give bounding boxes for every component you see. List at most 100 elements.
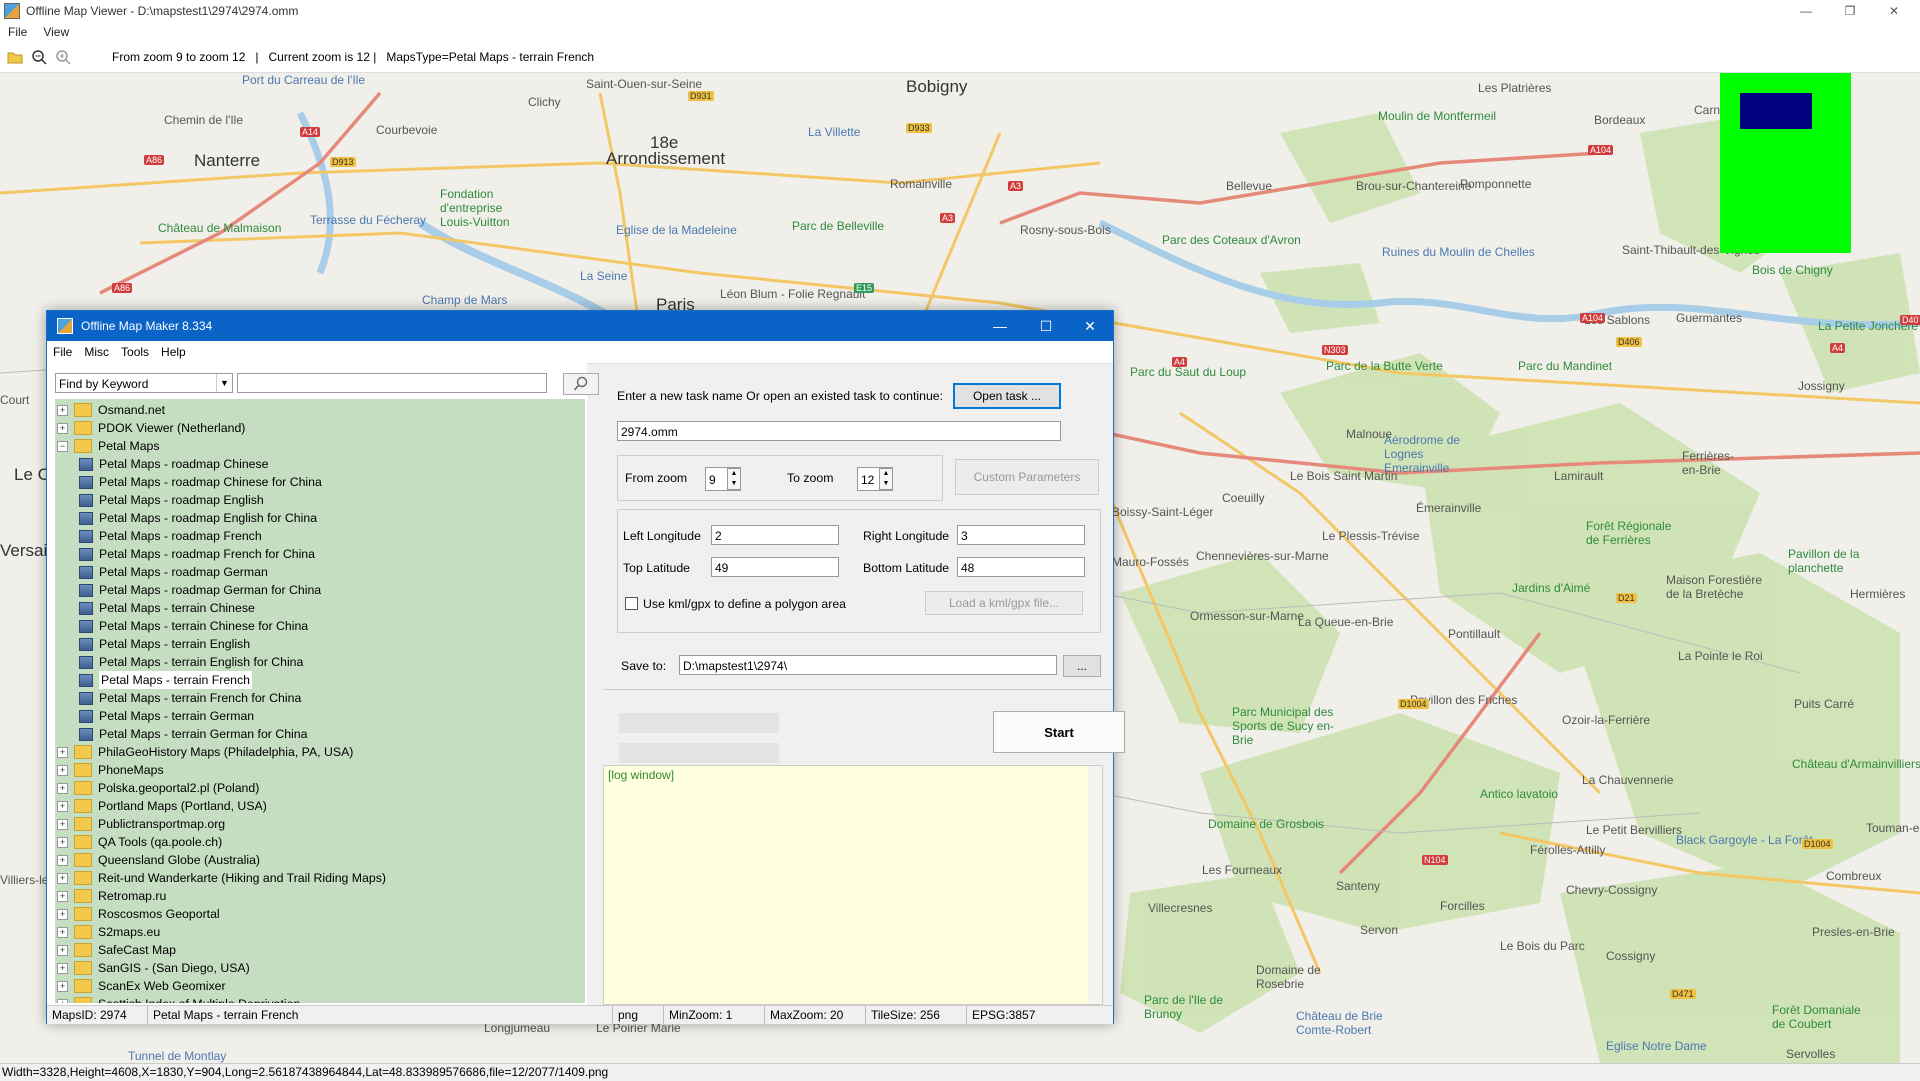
close-icon[interactable]: ✕ xyxy=(1874,0,1914,22)
tree-folder-item[interactable]: + Polska.geoportal2.pl (Poland) xyxy=(57,779,259,797)
tree-folder-item[interactable]: + Portland Maps (Portland, USA) xyxy=(57,797,267,815)
tree-map-item[interactable]: Petal Maps - roadmap English for China xyxy=(79,509,317,527)
browse-button[interactable]: ... xyxy=(1063,655,1101,677)
tree-folder-item[interactable]: + PhoneMaps xyxy=(57,761,164,779)
map-label: Servolles xyxy=(1786,1047,1836,1061)
to-zoom-stepper[interactable]: ▲ ▼ xyxy=(879,468,893,490)
map-label: La Chauvennerie xyxy=(1582,773,1674,787)
zoom-out-icon[interactable] xyxy=(30,48,48,66)
expand-icon[interactable]: + xyxy=(57,818,68,830)
expand-icon[interactable]: + xyxy=(57,872,68,884)
dialog-menu-help[interactable]: Help xyxy=(155,345,192,359)
tree-folder-item[interactable]: + QA Tools (qa.poole.ch) xyxy=(57,833,222,851)
tree-folder-item[interactable]: + Queensland Globe (Australia) xyxy=(57,851,260,869)
folder-icon xyxy=(74,889,92,903)
tree-map-item[interactable]: Petal Maps - roadmap Chinese xyxy=(79,455,269,473)
tree-folder-item[interactable]: + Osmand.net xyxy=(57,401,165,419)
expand-icon[interactable]: + xyxy=(57,746,68,758)
map-source-tree[interactable]: + Osmand.net + PDOK Viewer (Netherland) − Pet… xyxy=(55,399,585,1003)
tree-folder-item[interactable]: − Petal Maps xyxy=(57,437,160,455)
map-icon xyxy=(79,511,93,525)
tree-map-item[interactable]: Petal Maps - terrain German for China xyxy=(79,725,307,743)
menu-file[interactable]: File xyxy=(0,25,35,39)
custom-parameters-button[interactable]: Custom Parameters xyxy=(955,459,1099,495)
collapse-icon[interactable]: − xyxy=(57,440,68,452)
tree-map-item[interactable]: Petal Maps - terrain English xyxy=(79,635,250,653)
expand-icon[interactable]: + xyxy=(57,800,68,812)
tree-map-item[interactable]: Petal Maps - roadmap French for China xyxy=(79,545,315,563)
open-task-button[interactable]: Open task ... xyxy=(953,383,1061,409)
tree-map-item[interactable]: Petal Maps - terrain French xyxy=(79,671,252,689)
expand-icon[interactable]: + xyxy=(57,836,68,848)
map-label: Black Gargoyle - La Forêt xyxy=(1676,833,1813,847)
zoom-in-icon[interactable] xyxy=(54,48,72,66)
tree-folder-item[interactable]: + PDOK Viewer (Netherland) xyxy=(57,419,245,437)
tree-map-item[interactable]: Petal Maps - terrain Chinese xyxy=(79,599,255,617)
tree-map-item[interactable]: Petal Maps - roadmap German for China xyxy=(79,581,321,599)
tree-map-item[interactable]: Petal Maps - terrain German xyxy=(79,707,254,725)
search-mode-select[interactable]: Find by Keyword ▼ xyxy=(55,373,233,393)
keyword-input[interactable] xyxy=(237,373,550,394)
tree-folder-item[interactable]: + S2maps.eu xyxy=(57,923,160,941)
tree-folder-item[interactable]: + Scottish Index of Multiple Deprivation xyxy=(57,995,300,1003)
expand-icon[interactable]: + xyxy=(57,854,68,866)
tree-item-label: Petal Maps - terrain German xyxy=(99,709,255,723)
maximize-icon[interactable]: ❐ xyxy=(1830,0,1870,22)
expand-icon[interactable]: + xyxy=(57,980,68,992)
tree-folder-item[interactable]: + ScanEx Web Geomixer xyxy=(57,977,226,995)
dialog-close-icon[interactable]: ✕ xyxy=(1067,311,1113,341)
dialog-menu-tools[interactable]: Tools xyxy=(115,345,155,359)
tree-map-item[interactable]: Petal Maps - terrain Chinese for China xyxy=(79,617,308,635)
open-folder-icon[interactable] xyxy=(6,48,24,66)
right-longitude-input[interactable]: 3 xyxy=(957,525,1085,545)
dialog-menu-misc[interactable]: Misc xyxy=(78,345,115,359)
dialog-minimize-icon[interactable]: — xyxy=(977,311,1023,341)
log-window[interactable]: [log window] xyxy=(603,765,1103,1005)
search-button[interactable] xyxy=(563,373,599,395)
expand-icon[interactable]: + xyxy=(57,890,68,902)
dialog-menu-file[interactable]: File xyxy=(47,345,78,359)
task-name-input[interactable]: 2974.omm xyxy=(617,421,1061,441)
expand-icon[interactable]: + xyxy=(57,782,68,794)
tree-folder-item[interactable]: + Reit-und Wanderkarte (Hiking and Trail … xyxy=(57,869,386,887)
expand-icon[interactable]: + xyxy=(57,908,68,920)
tree-folder-item[interactable]: + Roscosmos Geoportal xyxy=(57,905,220,923)
dialog-maximize-icon[interactable]: ☐ xyxy=(1023,311,1069,341)
tree-folder-item[interactable]: + SafeCast Map xyxy=(57,941,176,959)
keyword-field[interactable] xyxy=(238,374,550,394)
menu-view[interactable]: View xyxy=(35,25,77,39)
tree-map-item[interactable]: Petal Maps - roadmap English xyxy=(79,491,264,509)
minimize-icon[interactable]: — xyxy=(1786,0,1826,22)
tree-folder-item[interactable]: + SanGIS - (San Diego, USA) xyxy=(57,959,250,977)
tree-folder-item[interactable]: + Retromap.ru xyxy=(57,887,166,905)
expand-icon[interactable]: + xyxy=(57,422,68,434)
expand-icon[interactable]: + xyxy=(57,404,68,416)
from-zoom-stepper[interactable]: ▲ ▼ xyxy=(727,468,741,490)
tree-map-item[interactable]: Petal Maps - terrain French for China xyxy=(79,689,301,707)
top-latitude-input[interactable]: 49 xyxy=(711,557,839,577)
chevron-down-icon[interactable]: ▼ xyxy=(216,374,232,392)
kml-checkbox[interactable] xyxy=(625,597,638,610)
tree-map-item[interactable]: Petal Maps - roadmap German xyxy=(79,563,268,581)
tree-folder-item[interactable]: + PhilaGeoHistory Maps (Philadelphia, PA,… xyxy=(57,743,353,761)
map-label: Tunnel de Montlay xyxy=(128,1049,227,1063)
tree-item-label: Petal Maps - terrain English xyxy=(99,637,251,651)
progress-bar-1 xyxy=(619,713,779,733)
tree-map-item[interactable]: Petal Maps - roadmap Chinese for China xyxy=(79,473,322,491)
load-kml-button[interactable]: Load a kml/gpx file... xyxy=(925,591,1083,615)
expand-icon[interactable]: + xyxy=(57,764,68,776)
map-label: Guermantes xyxy=(1676,311,1743,325)
expand-icon[interactable]: + xyxy=(57,998,68,1003)
expand-icon[interactable]: + xyxy=(57,944,68,956)
start-button[interactable]: Start xyxy=(993,711,1125,753)
tree-map-item[interactable]: Petal Maps - roadmap French xyxy=(79,527,262,545)
save-to-input[interactable]: D:\mapstest1\2974\ xyxy=(679,655,1057,675)
bottom-latitude-input[interactable]: 48 xyxy=(957,557,1085,577)
tree-folder-item[interactable]: + Publictransportmap.org xyxy=(57,815,225,833)
tree-item-label: Petal Maps - terrain Chinese xyxy=(99,601,255,615)
left-longitude-input[interactable]: 2 xyxy=(711,525,839,545)
log-scrollbar[interactable] xyxy=(1088,766,1102,1004)
expand-icon[interactable]: + xyxy=(57,962,68,974)
tree-map-item[interactable]: Petal Maps - terrain English for China xyxy=(79,653,303,671)
expand-icon[interactable]: + xyxy=(57,926,68,938)
